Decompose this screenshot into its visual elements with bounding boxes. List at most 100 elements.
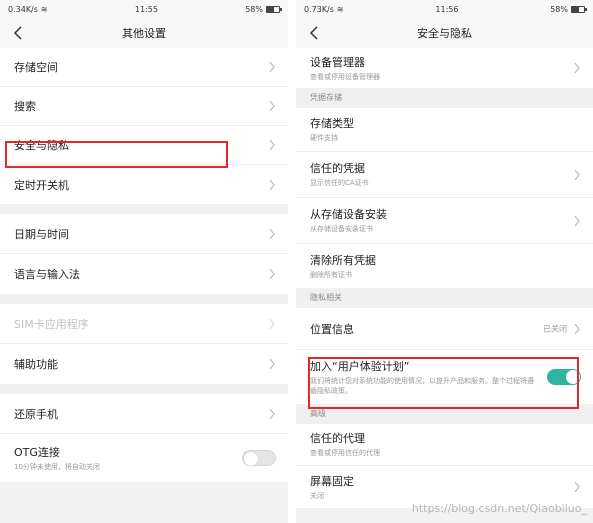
wifi-icon: ≋ bbox=[40, 4, 48, 14]
title-bar: 安全与隐私 bbox=[296, 18, 593, 48]
settings-group-1: 存储空间 搜索 安全与隐私 定时开关机 bbox=[0, 48, 288, 204]
item-label: 位置信息 bbox=[310, 322, 354, 336]
item-label: 还原手机 bbox=[14, 407, 58, 421]
item-label: 存储类型 bbox=[310, 117, 354, 131]
chevron-right-icon bbox=[573, 323, 581, 335]
item-label: 信任的凭据 bbox=[310, 162, 365, 176]
chevron-right-icon bbox=[573, 481, 581, 493]
status-time: 11:56 bbox=[435, 4, 459, 14]
item-subtitle: 关闭 bbox=[310, 491, 324, 500]
status-bar: 0.73K/s ≋ 11:56 58% bbox=[296, 0, 593, 18]
settings-item-trusted-credentials[interactable]: 信任的凭据 显示信任的CA证书 bbox=[296, 152, 593, 198]
item-subtitle: 10分钟未使用，将自动关闭 bbox=[14, 462, 100, 471]
user-experience-toggle[interactable] bbox=[547, 369, 581, 385]
status-time: 11:55 bbox=[134, 4, 158, 14]
status-bar: 0.34K/s ≋ 11:55 58% bbox=[0, 0, 288, 18]
group-gap bbox=[0, 294, 288, 304]
toggle-knob bbox=[244, 452, 258, 466]
item-label: 信任的代理 bbox=[310, 432, 365, 446]
battery-percent: 58% bbox=[550, 4, 568, 14]
chevron-right-icon bbox=[268, 268, 276, 280]
chevron-right-icon bbox=[268, 358, 276, 370]
item-subtitle: 删除所有证书 bbox=[310, 270, 352, 279]
chevron-right-icon bbox=[573, 215, 581, 227]
section-header-advanced: 高级 bbox=[296, 404, 593, 424]
chevron-right-icon bbox=[573, 62, 581, 74]
settings-item-search[interactable]: 搜索 bbox=[0, 87, 288, 126]
settings-group-2: 日期与时间 语言与输入法 bbox=[0, 214, 288, 294]
section-header-credential-storage: 凭据存储 bbox=[296, 88, 593, 108]
item-label: 日期与时间 bbox=[14, 227, 69, 241]
item-label: 屏幕固定 bbox=[310, 474, 354, 488]
battery-icon bbox=[571, 5, 587, 13]
settings-item-scheduled-power[interactable]: 定时开关机 bbox=[0, 165, 288, 204]
credential-storage-group: 存储类型 硬件支持 信任的凭据 显示信任的CA证书 从存储设备安装 从存储设备安… bbox=[296, 108, 593, 288]
settings-item-user-experience-program: 加入“用户体验计划” 我们将统计您对系统功能的使用情况，以提升产品和服务。整个过… bbox=[296, 350, 593, 404]
item-label: 加入“用户体验计划” bbox=[310, 360, 410, 374]
page-title: 其他设置 bbox=[122, 27, 166, 40]
left-screen: 0.34K/s ≋ 11:55 58% 其他设置 存储空间 搜索 安全与隐私 定… bbox=[0, 0, 288, 523]
item-subtitle: 显示信任的CA证书 bbox=[310, 179, 369, 188]
item-subtitle: 从存储设备安装证书 bbox=[310, 225, 373, 234]
item-label: 从存储设备安装 bbox=[310, 208, 387, 222]
item-label: 定时开关机 bbox=[14, 178, 69, 192]
item-label: 搜索 bbox=[14, 100, 36, 113]
item-label: 设备管理器 bbox=[310, 55, 365, 69]
settings-item-location[interactable]: 位置信息 已关闭 bbox=[296, 308, 593, 350]
title-bar: 其他设置 bbox=[0, 18, 288, 48]
item-label: 存储空间 bbox=[14, 61, 58, 74]
advanced-group: 信任的代理 查看或停用信任的代理 屏幕固定 关闭 bbox=[296, 424, 593, 508]
settings-item-security-privacy[interactable]: 安全与隐私 bbox=[0, 126, 288, 165]
section-header-privacy: 隐私相关 bbox=[296, 288, 593, 308]
chevron-right-icon bbox=[268, 228, 276, 240]
item-label: 语言与输入法 bbox=[14, 268, 80, 281]
wifi-icon: ≋ bbox=[336, 4, 344, 14]
item-label: 安全与隐私 bbox=[14, 139, 69, 152]
item-label: 清除所有凭据 bbox=[310, 253, 376, 267]
page-title: 安全与隐私 bbox=[417, 27, 472, 40]
settings-item-install-from-storage[interactable]: 从存储设备安装 从存储设备安装证书 bbox=[296, 198, 593, 244]
chevron-right-icon bbox=[268, 100, 276, 112]
settings-item-sim-apps: SIM卡应用程序 bbox=[0, 304, 288, 344]
network-speed: 0.73K/s bbox=[304, 4, 334, 14]
settings-group-4: 还原手机 OTG连接 10分钟未使用，将自动关闭 bbox=[0, 394, 288, 482]
item-subtitle: 硬件支持 bbox=[310, 134, 338, 143]
settings-item-clear-credentials[interactable]: 清除所有凭据 删除所有证书 bbox=[296, 244, 593, 288]
settings-item-otg: OTG连接 10分钟未使用，将自动关闭 bbox=[0, 434, 288, 482]
item-label: SIM卡应用程序 bbox=[14, 317, 89, 331]
chevron-right-icon bbox=[268, 179, 276, 191]
chevron-right-icon bbox=[268, 408, 276, 420]
settings-item-reset-phone[interactable]: 还原手机 bbox=[0, 394, 288, 434]
toggle-knob bbox=[566, 370, 580, 384]
settings-group-3: SIM卡应用程序 辅助功能 bbox=[0, 304, 288, 384]
privacy-group: 位置信息 已关闭 加入“用户体验计划” 我们将统计您对系统功能的使用情况，以提升… bbox=[296, 308, 593, 404]
chevron-right-icon bbox=[573, 169, 581, 181]
otg-toggle[interactable] bbox=[242, 450, 276, 466]
settings-item-storage-type: 存储类型 硬件支持 bbox=[296, 108, 593, 152]
settings-item-device-admin[interactable]: 设备管理器 查看或停用设备管理器 bbox=[296, 48, 593, 88]
item-label: 辅助功能 bbox=[14, 358, 58, 371]
settings-item-storage[interactable]: 存储空间 bbox=[0, 48, 288, 87]
watermark: https://blog.csdn.net/Qiaobiluo_ bbox=[411, 502, 587, 515]
back-arrow-icon[interactable] bbox=[308, 25, 322, 41]
battery-icon bbox=[266, 5, 282, 13]
location-status-value: 已关闭 bbox=[543, 324, 567, 333]
item-subtitle: 我们将统计您对系统功能的使用情况，以提升产品和服务。整个过程将遵循隐私政策。 bbox=[310, 377, 534, 395]
settings-item-date-time[interactable]: 日期与时间 bbox=[0, 214, 288, 254]
item-subtitle: 查看或停用信任的代理 bbox=[310, 449, 380, 458]
back-arrow-icon[interactable] bbox=[12, 25, 26, 41]
device-admin-group: 设备管理器 查看或停用设备管理器 bbox=[296, 48, 593, 88]
item-subtitle: 查看或停用设备管理器 bbox=[310, 72, 380, 81]
item-label: OTG连接 bbox=[14, 445, 60, 459]
battery-percent: 58% bbox=[245, 4, 263, 14]
chevron-right-icon bbox=[268, 139, 276, 151]
settings-item-trust-agents[interactable]: 信任的代理 查看或停用信任的代理 bbox=[296, 424, 593, 466]
right-screen: 0.73K/s ≋ 11:56 58% 安全与隐私 设备管理器 查看或停用设备管… bbox=[296, 0, 593, 523]
group-gap bbox=[0, 204, 288, 214]
network-speed: 0.34K/s bbox=[8, 4, 38, 14]
group-gap bbox=[0, 384, 288, 394]
settings-item-language-input[interactable]: 语言与输入法 bbox=[0, 254, 288, 294]
chevron-right-icon bbox=[268, 318, 276, 330]
settings-item-accessibility[interactable]: 辅助功能 bbox=[0, 344, 288, 384]
chevron-right-icon bbox=[268, 61, 276, 73]
